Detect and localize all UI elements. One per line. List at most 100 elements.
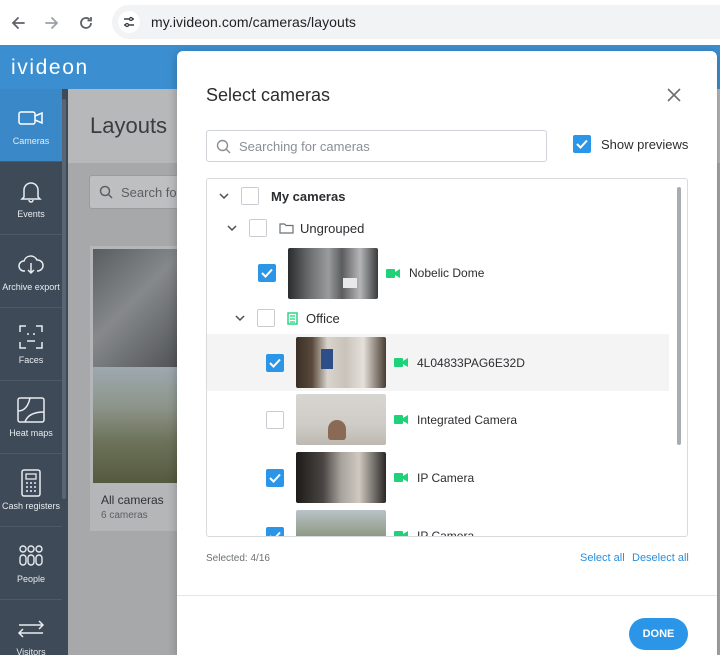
tree-scrollbar[interactable] xyxy=(677,187,681,445)
select-cameras-dialog: Select cameras Show previews My cameras xyxy=(177,51,717,655)
sidebar-item-label: People xyxy=(16,574,46,584)
show-previews-checkbox[interactable] xyxy=(573,135,591,153)
sidebar-item-faces[interactable]: Faces xyxy=(0,308,62,381)
tree-root-label: My cameras xyxy=(271,188,346,204)
sidebar-item-heat-maps[interactable]: Heat maps xyxy=(0,381,62,454)
sidebar: Cameras Events Archive export Faces Heat… xyxy=(0,89,68,655)
address-bar[interactable]: my.ivideon.com/cameras/layouts xyxy=(112,5,720,39)
chevron-down-icon[interactable] xyxy=(233,311,247,325)
camera-row[interactable]: IP Camera xyxy=(207,449,669,506)
dialog-title: Select cameras xyxy=(206,85,331,105)
camera-checkbox[interactable] xyxy=(258,264,276,282)
cloud-download-icon xyxy=(16,250,46,278)
tree-root-row[interactable]: My cameras xyxy=(207,185,669,207)
bell-icon xyxy=(16,177,46,205)
check-icon xyxy=(576,139,588,149)
back-button[interactable] xyxy=(1,6,35,40)
camera-preview-thumbnail xyxy=(296,510,386,536)
layout-card[interactable]: All cameras 6 cameras xyxy=(90,246,180,531)
select-all-link[interactable]: Select all xyxy=(580,552,625,564)
page-title: Layouts xyxy=(90,113,168,138)
camera-name: 4L04833PAG6E32D xyxy=(417,355,525,370)
tree-checkbox[interactable] xyxy=(241,187,259,205)
tree-checkbox[interactable] xyxy=(257,309,275,327)
tree-group-label: Ungrouped xyxy=(300,220,365,236)
camera-tree: My cameras Ungrouped Nobelic Dome Office… xyxy=(206,178,688,537)
sidebar-item-label: Cash registers xyxy=(1,501,61,511)
forward-button[interactable] xyxy=(35,6,69,40)
sidebar-item-archive-export[interactable]: Archive export xyxy=(0,235,62,308)
camera-search-field[interactable] xyxy=(206,130,547,162)
camera-row[interactable]: Integrated Camera xyxy=(207,391,669,448)
sidebar-item-label: Cameras xyxy=(12,136,50,146)
camera-checkbox[interactable] xyxy=(266,526,284,536)
camera-preview-thumbnail xyxy=(296,452,386,503)
sidebar-item-label: Heat maps xyxy=(9,428,53,438)
selected-count: Selected: 4/16 xyxy=(206,553,270,564)
tree-group-label: Office xyxy=(306,310,340,326)
camera-row[interactable]: 4L04833PAG6E32D xyxy=(207,334,669,391)
layout-card-subtitle: 6 cameras xyxy=(101,510,148,521)
tree-group-row[interactable]: Office xyxy=(207,307,669,329)
site-settings-icon[interactable] xyxy=(118,11,140,33)
layout-card-title: All cameras xyxy=(101,493,164,507)
camera-search-input[interactable] xyxy=(239,138,529,154)
camera-online-icon xyxy=(394,530,409,536)
cash-register-icon xyxy=(16,469,46,497)
chevron-down-icon[interactable] xyxy=(217,189,231,203)
layout-preview-image xyxy=(93,367,180,483)
close-button[interactable] xyxy=(663,84,685,106)
camera-online-icon xyxy=(394,357,409,368)
reload-icon xyxy=(80,16,92,29)
camera-checkbox[interactable] xyxy=(266,353,284,372)
camera-online-icon xyxy=(386,268,401,279)
sidebar-scrollbar[interactable] xyxy=(62,99,66,499)
camera-online-icon xyxy=(394,472,409,483)
camera-name: Integrated Camera xyxy=(417,412,518,427)
tree-group-row[interactable]: Ungrouped xyxy=(207,217,669,239)
camera-name: IP Camera xyxy=(417,528,475,537)
face-scan-icon xyxy=(16,323,46,351)
close-icon xyxy=(667,88,681,102)
deselect-all-link[interactable]: Deselect all xyxy=(632,552,689,564)
sidebar-item-cameras[interactable]: Cameras xyxy=(0,89,62,162)
camera-checkbox[interactable] xyxy=(266,410,284,429)
done-button[interactable]: DONE xyxy=(629,618,688,650)
chevron-down-icon[interactable] xyxy=(225,221,239,235)
show-previews-label: Show previews xyxy=(601,136,689,152)
sidebar-item-cash-registers[interactable]: Cash registers xyxy=(0,454,62,527)
sidebar-item-people[interactable]: People xyxy=(0,527,62,600)
camera-row[interactable]: Nobelic Dome xyxy=(207,247,669,299)
show-previews-toggle[interactable]: Show previews xyxy=(573,135,688,153)
arrow-right-icon xyxy=(45,16,59,29)
sidebar-item-label: Faces xyxy=(18,355,44,365)
arrows-icon xyxy=(16,615,46,643)
sidebar-item-label: Events xyxy=(17,209,45,219)
camera-preview-thumbnail xyxy=(296,337,386,388)
heatmap-icon xyxy=(16,396,46,424)
sidebar-item-events[interactable]: Events xyxy=(0,162,62,235)
browser-toolbar: my.ivideon.com/cameras/layouts xyxy=(0,0,720,45)
sidebar-item-visitors[interactable]: Visitors xyxy=(0,600,62,655)
camera-row[interactable]: IP Camera xyxy=(207,507,669,537)
url-text: my.ivideon.com/cameras/layouts xyxy=(151,14,357,30)
footer-divider xyxy=(177,595,717,596)
tree-checkbox[interactable] xyxy=(249,219,267,237)
camera-icon xyxy=(16,104,46,132)
search-icon xyxy=(216,139,231,153)
app-logo[interactable]: ivideon xyxy=(11,56,89,80)
camera-online-icon xyxy=(394,414,409,425)
check-icon xyxy=(269,531,281,536)
reload-button[interactable] xyxy=(69,6,103,40)
search-placeholder: Search fo xyxy=(121,184,177,200)
building-icon xyxy=(287,311,298,325)
people-icon xyxy=(16,542,46,570)
camera-name: IP Camera xyxy=(417,470,475,485)
check-icon xyxy=(261,268,273,278)
folder-icon xyxy=(279,222,294,234)
camera-preview-thumbnail xyxy=(296,394,386,445)
arrow-left-icon xyxy=(11,16,25,29)
sidebar-item-label: Archive export xyxy=(2,282,60,292)
sidebar-item-label: Visitors xyxy=(16,647,46,655)
camera-checkbox[interactable] xyxy=(266,468,284,487)
